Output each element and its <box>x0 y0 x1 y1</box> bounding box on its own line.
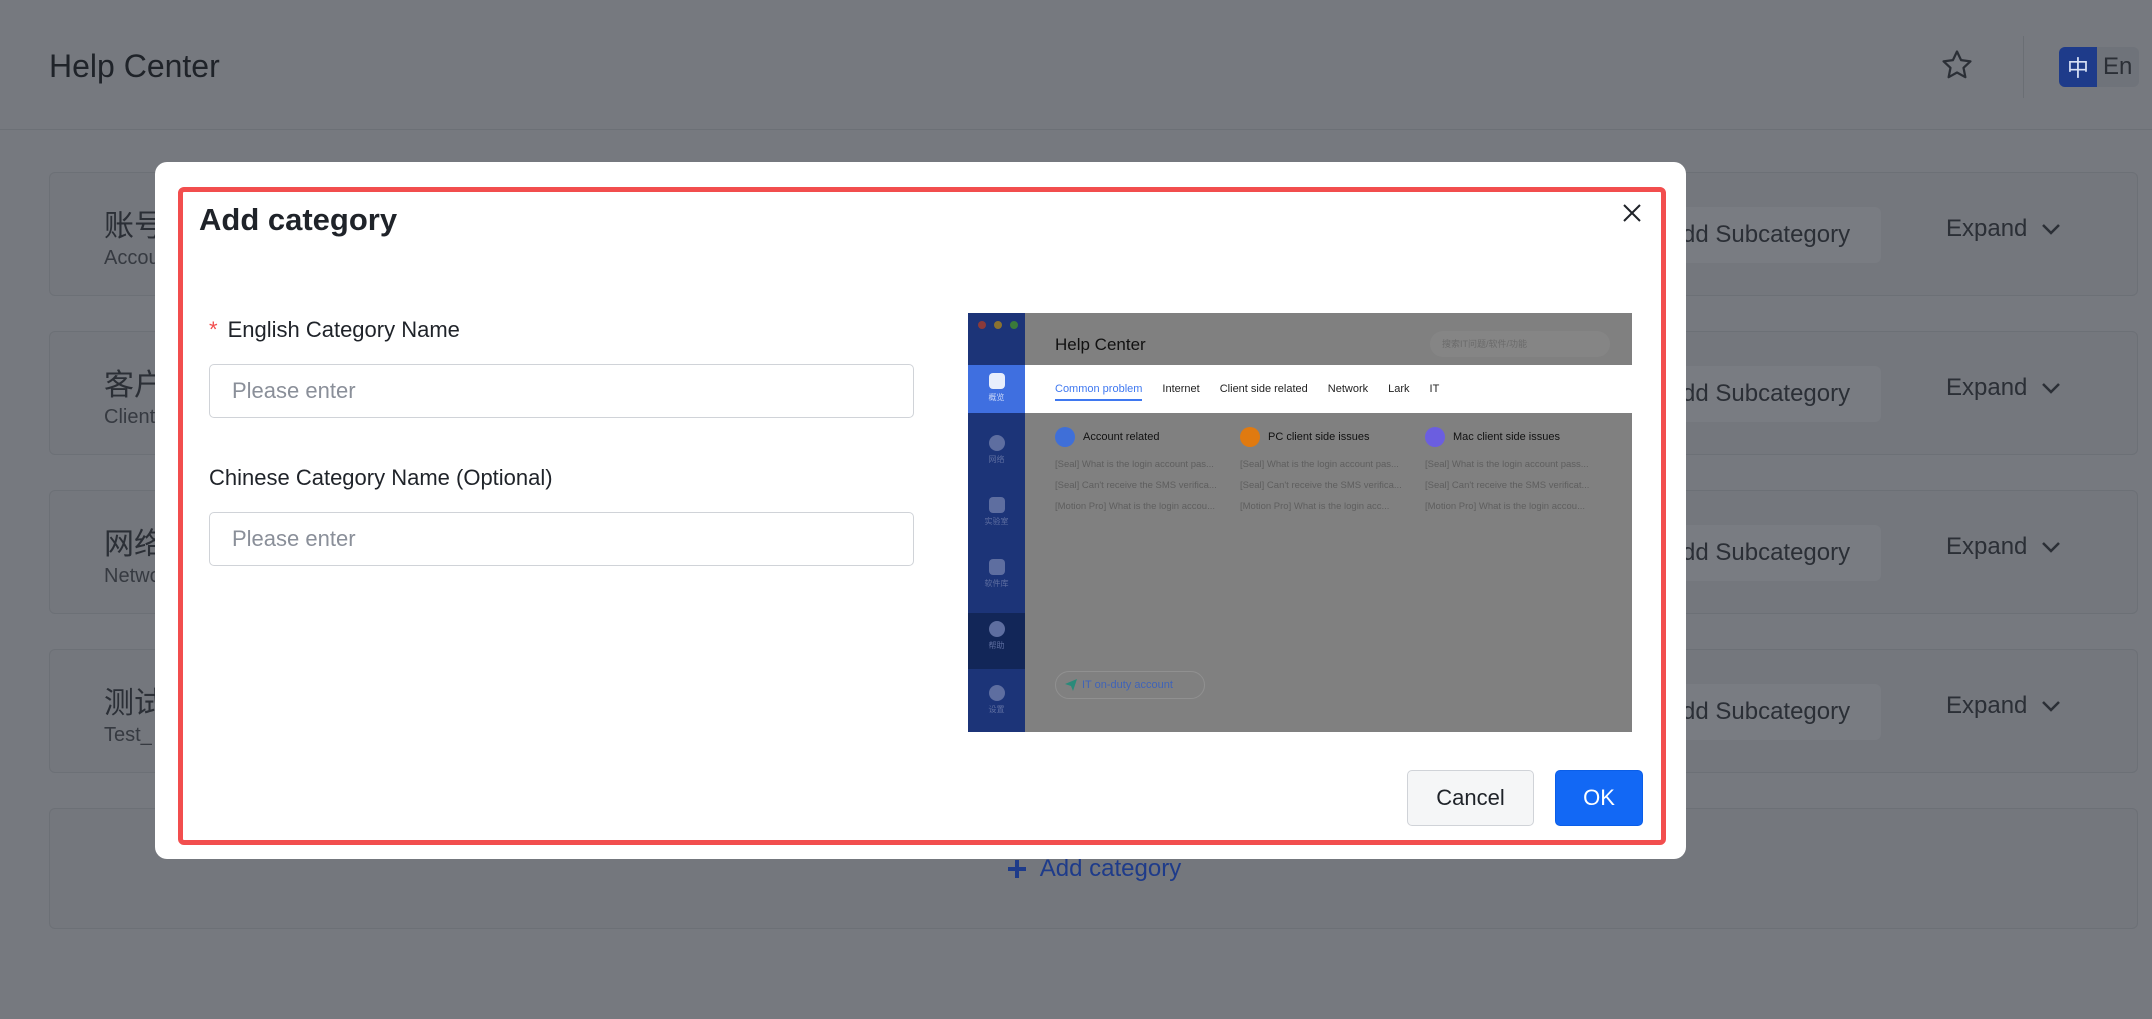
add-category-dialog: Add category * English Category Name Chin… <box>155 162 1686 859</box>
preview-sidebar-label: 实验室 <box>984 517 1009 526</box>
preview-column-title: PC client side issues <box>1268 431 1370 443</box>
preview-sidebar-item: 概览 <box>968 365 1025 413</box>
user-icon <box>1055 427 1075 447</box>
add-subcategory-button[interactable]: dd Subcategory <box>1662 366 1881 422</box>
category-en: Test_ <box>104 724 152 746</box>
expand-button[interactable]: Expand <box>1946 374 2061 402</box>
preview-column-title: Account related <box>1083 431 1160 443</box>
windows-icon <box>1240 427 1260 447</box>
cancel-button[interactable]: Cancel <box>1407 770 1534 826</box>
lang-en[interactable]: En <box>2097 53 2132 81</box>
preview-link: [Motion Pro] What is the login accou... <box>1055 501 1215 512</box>
chevron-down-icon <box>2042 701 2061 712</box>
english-name-label: * English Category Name <box>209 317 460 343</box>
monitor-icon <box>1425 427 1445 447</box>
preview-search: 搜索IT问题/软件/功能 <box>1430 331 1610 357</box>
preview-link: [Seal] Can't receive the SMS verificat..… <box>1425 480 1590 491</box>
dialog-title: Add category <box>199 202 398 237</box>
preview-sidebar-item: 帮助 <box>968 613 1025 669</box>
preview-duty-button: IT on-duty account <box>1055 671 1205 699</box>
preview-image: 概览 网络 实验室 软件库 帮助 设置 Help Center 搜索IT问题/软… <box>968 313 1632 732</box>
expand-button[interactable]: Expand <box>1946 533 2061 561</box>
expand-label: Expand <box>1946 215 2028 242</box>
chevron-down-icon <box>2042 383 2061 394</box>
expand-label: Expand <box>1946 374 2028 401</box>
required-mark: * <box>209 317 218 342</box>
window-controls <box>978 321 1018 329</box>
preview-tab: Internet <box>1162 383 1200 395</box>
chinese-name-input[interactable] <box>209 512 914 566</box>
divider <box>2023 36 2024 98</box>
preview-tab: Network <box>1327 383 1369 395</box>
send-icon <box>1065 679 1077 691</box>
english-name-input[interactable] <box>209 364 914 418</box>
ok-button[interactable]: OK <box>1555 770 1643 826</box>
preview-sidebar-label: 帮助 <box>988 641 1005 650</box>
header: Help Center 中 En <box>0 0 2152 130</box>
preview-link: [Seal] What is the login account pas... <box>1240 459 1399 470</box>
preview-sidebar: 概览 网络 实验室 软件库 帮助 设置 <box>968 313 1025 732</box>
preview-sidebar-label: 设置 <box>988 705 1005 714</box>
preview-sidebar-label: 软件库 <box>984 579 1009 588</box>
english-label-text: English Category Name <box>227 317 460 342</box>
preview-sidebar-item: 设置 <box>968 677 1025 725</box>
preview-tab: IT <box>1429 383 1440 395</box>
preview-sidebar-label: 概览 <box>988 393 1005 402</box>
preview-tab: Client side related <box>1219 383 1308 395</box>
plus-icon <box>1007 859 1026 878</box>
expand-label: Expand <box>1946 533 2028 560</box>
star-icon[interactable] <box>1940 48 1974 82</box>
chevron-down-icon <box>2042 542 2061 553</box>
lang-zh[interactable]: 中 <box>2059 47 2097 87</box>
preview-link: [Seal] Can't receive the SMS verifica... <box>1055 480 1217 491</box>
preview-link: [Motion Pro] What is the login acc... <box>1240 501 1390 512</box>
preview-column: Mac client side issues [Seal] What is th… <box>1425 425 1605 512</box>
add-subcategory-button[interactable]: dd Subcategory <box>1662 207 1881 263</box>
chevron-down-icon <box>2042 224 2061 235</box>
preview-sidebar-item: 网络 <box>968 427 1025 475</box>
preview-sidebar-item: 实验室 <box>968 489 1025 537</box>
preview-column-title: Mac client side issues <box>1453 431 1560 443</box>
preview-link: [Seal] What is the login account pas... <box>1055 459 1214 470</box>
language-toggle[interactable]: 中 En <box>2059 47 2139 87</box>
add-subcategory-button[interactable]: dd Subcategory <box>1662 684 1881 740</box>
category-en: Accou <box>104 247 160 269</box>
preview-tab: Common problem <box>1055 383 1143 401</box>
preview-link: [Seal] What is the login account pass... <box>1425 459 1589 470</box>
preview-tabs: Common problem Internet Client side rela… <box>1025 365 1632 413</box>
add-subcategory-button[interactable]: dd Subcategory <box>1662 525 1881 581</box>
close-icon[interactable] <box>1621 202 1643 224</box>
preview-column: PC client side issues [Seal] What is the… <box>1240 425 1420 512</box>
category-en: Client <box>104 406 156 428</box>
page-title: Help Center <box>49 48 220 84</box>
category-en: Netwo <box>104 565 161 587</box>
expand-button[interactable]: Expand <box>1946 692 2061 720</box>
preview-link: [Seal] Can't receive the SMS verifica... <box>1240 480 1402 491</box>
preview-duty-label: IT on-duty account <box>1082 679 1173 691</box>
expand-button[interactable]: Expand <box>1946 215 2061 243</box>
preview-link: [Motion Pro] What is the login accou... <box>1425 501 1585 512</box>
preview-title: Help Center <box>1055 335 1146 354</box>
preview-sidebar-item: 软件库 <box>968 551 1025 599</box>
preview-column: Account related [Seal] What is the login… <box>1055 425 1235 512</box>
preview-tab: Lark <box>1388 383 1410 395</box>
expand-label: Expand <box>1946 692 2028 719</box>
preview-sidebar-label: 网络 <box>988 455 1005 464</box>
chinese-name-label: Chinese Category Name (Optional) <box>209 465 553 490</box>
